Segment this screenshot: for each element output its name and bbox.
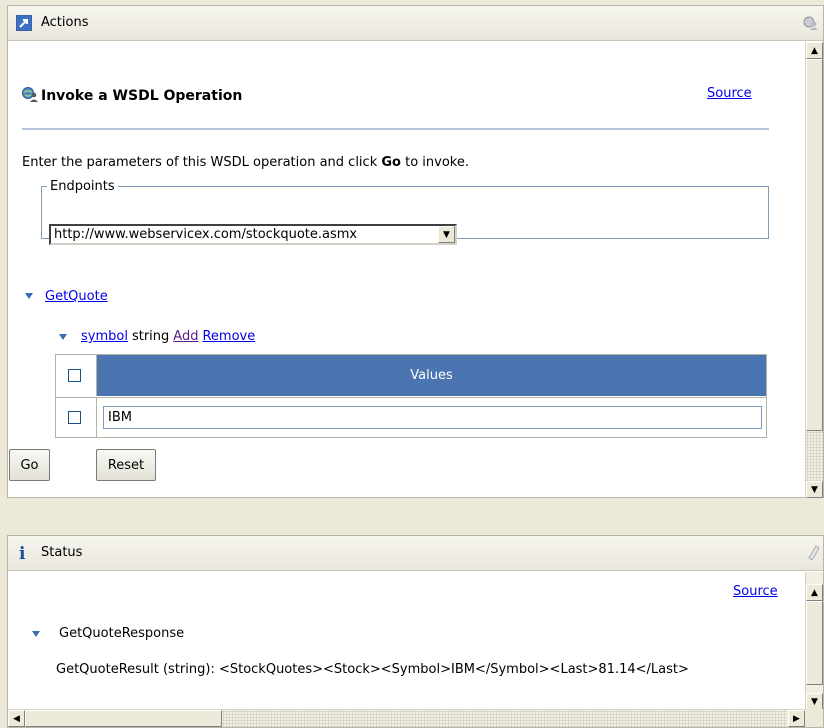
- collapse-triangle-icon[interactable]: [25, 293, 33, 299]
- status-content: Source GetQuoteResponse GetQuoteResult (…: [8, 572, 805, 710]
- param-name-link[interactable]: symbol: [81, 329, 128, 344]
- scroll-up-button[interactable]: ▲: [806, 584, 823, 601]
- status-horizontal-scrollbar[interactable]: ◀ ▶: [8, 709, 805, 727]
- instructions-text: Enter the parameters of this WSDL operat…: [22, 155, 469, 170]
- row-checkbox[interactable]: [68, 411, 81, 424]
- status-vertical-scrollbar[interactable]: ▲ ▼: [805, 572, 823, 710]
- collapse-triangle-icon[interactable]: [59, 334, 67, 340]
- globe-person-icon: [22, 87, 38, 102]
- response-name: GetQuoteResponse: [59, 626, 185, 641]
- divider: [22, 128, 769, 130]
- actions-panel: Actions Invoke a WSDL Operation Source E…: [7, 5, 824, 498]
- status-panel-header: i Status: [8, 536, 823, 571]
- endpoint-select-value: http://www.webservicex.com/stockquote.as…: [54, 227, 358, 242]
- actions-content: Invoke a WSDL Operation Source Enter the…: [8, 42, 805, 498]
- page-title: Invoke a WSDL Operation: [41, 88, 243, 104]
- operation-link[interactable]: GetQuote: [45, 289, 108, 304]
- value-input[interactable]: [103, 406, 762, 429]
- reset-button[interactable]: Reset: [96, 449, 156, 481]
- actions-vertical-scrollbar[interactable]: ▲ ▼: [805, 42, 823, 498]
- result-text: GetQuoteResult (string): <StockQuotes><S…: [56, 662, 689, 677]
- parameter-row: symbol string Add Remove: [81, 329, 259, 344]
- status-panel: i Status Source GetQuoteResponse GetQuot…: [7, 535, 824, 728]
- table-row: [56, 397, 766, 438]
- globe-person-icon[interactable]: [803, 15, 819, 31]
- collapse-triangle-icon[interactable]: [32, 631, 40, 637]
- scroll-down-button[interactable]: ▼: [806, 481, 823, 498]
- scroll-thumb[interactable]: [806, 601, 823, 685]
- remove-link[interactable]: Remove: [202, 329, 255, 344]
- endpoints-legend: Endpoints: [50, 179, 115, 194]
- endpoint-select[interactable]: http://www.webservicex.com/stockquote.as…: [49, 224, 457, 245]
- actions-panel-header: Actions: [8, 6, 823, 41]
- info-icon: i: [19, 544, 26, 564]
- actions-panel-title: Actions: [41, 15, 89, 30]
- values-table-header: Values: [56, 355, 766, 396]
- values-table: Values: [55, 354, 767, 438]
- chevron-down-icon[interactable]: ▼: [438, 226, 455, 243]
- arrow-window-icon: [16, 15, 32, 31]
- select-all-checkbox[interactable]: [68, 369, 81, 382]
- scroll-thumb[interactable]: [25, 710, 222, 727]
- go-button[interactable]: Go: [9, 449, 50, 481]
- scroll-up-button[interactable]: ▲: [806, 42, 823, 59]
- source-link[interactable]: Source: [707, 86, 752, 101]
- scroll-right-button[interactable]: ▶: [788, 710, 805, 727]
- scroll-thumb[interactable]: [806, 59, 823, 431]
- eraser-icon[interactable]: [804, 544, 820, 560]
- scroll-left-button[interactable]: ◀: [8, 710, 25, 727]
- scroll-down-button[interactable]: ▼: [806, 693, 823, 710]
- scrollbar-corner: [805, 709, 823, 727]
- add-link[interactable]: Add: [173, 329, 198, 344]
- param-type: string: [131, 329, 170, 344]
- status-source-link[interactable]: Source: [733, 584, 778, 599]
- values-column-header: Values: [97, 355, 766, 396]
- status-panel-title: Status: [41, 545, 83, 560]
